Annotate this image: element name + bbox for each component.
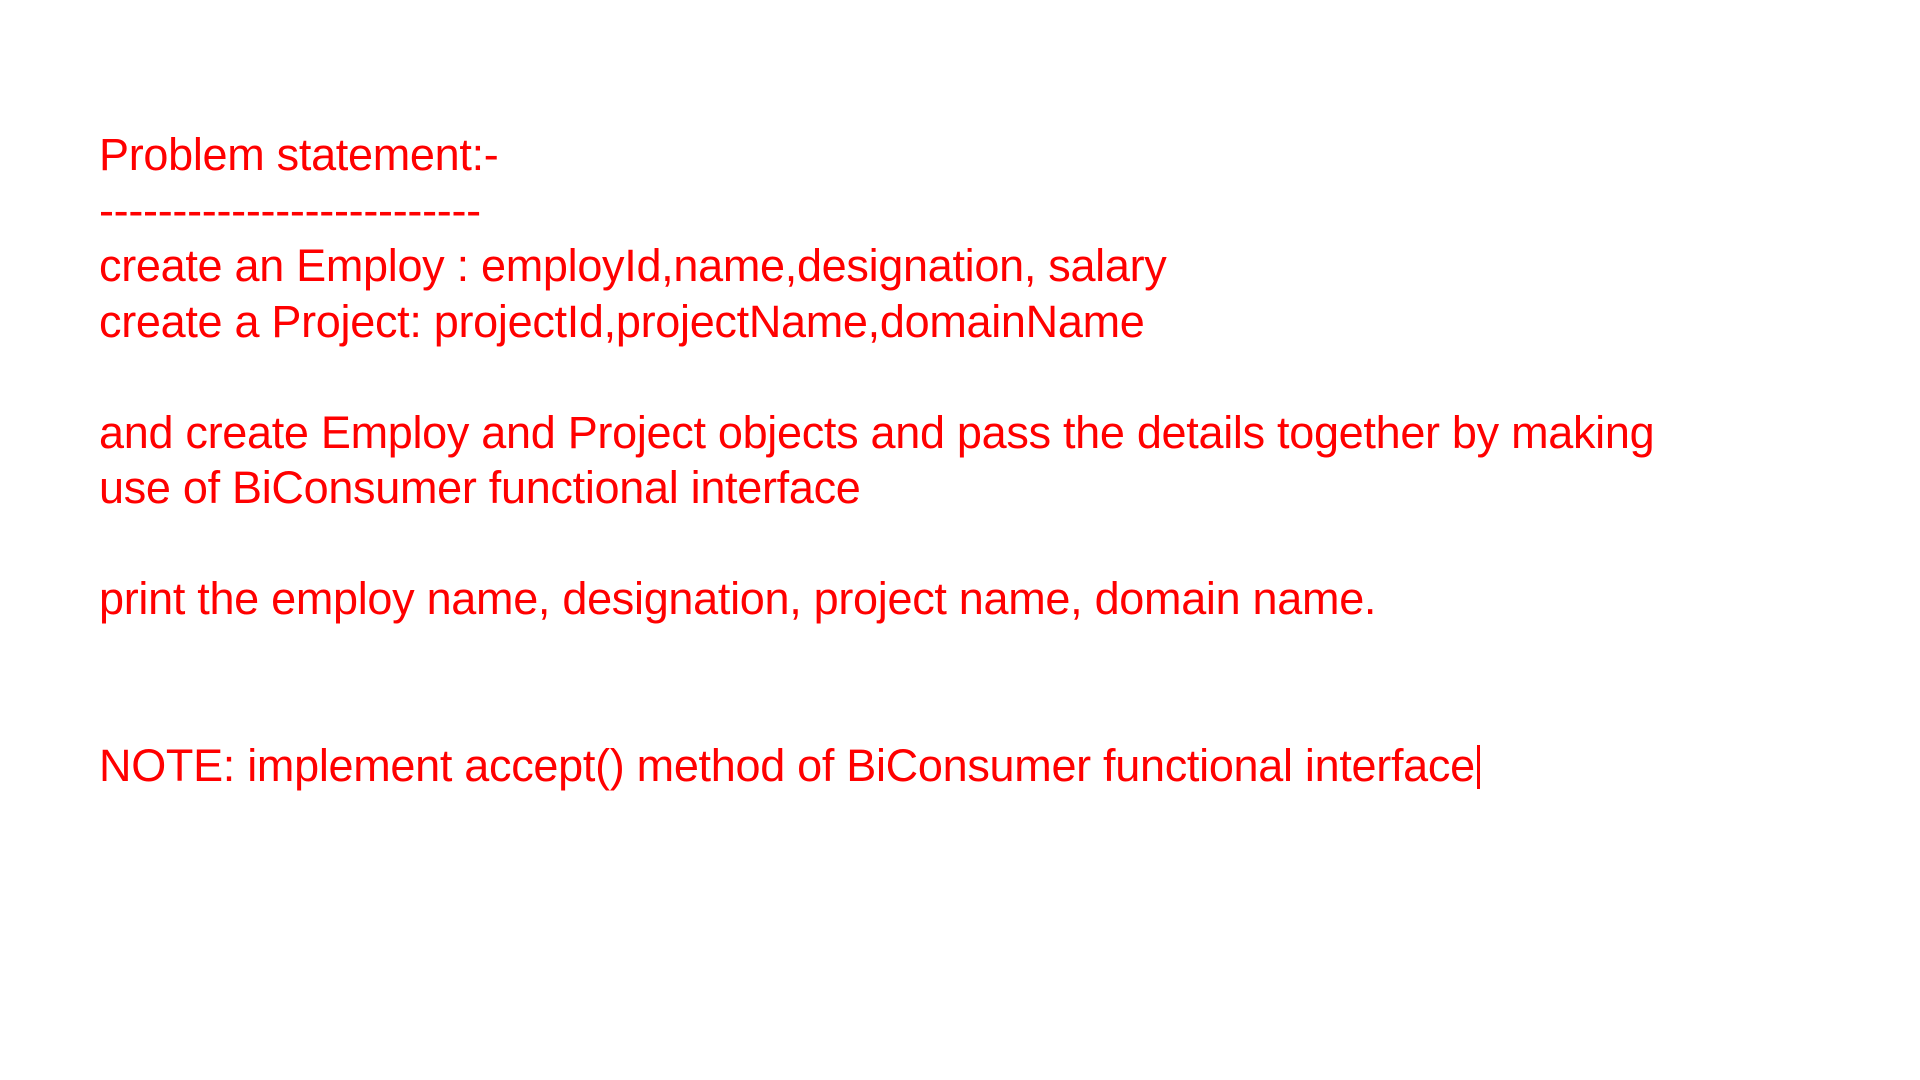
note-line: NOTE: implement accept() method of BiCon… — [99, 739, 1475, 791]
project-definition-line: create a Project: projectId,projectName,… — [99, 295, 1145, 347]
note-line-container: NOTE: implement accept() method of BiCon… — [99, 738, 1859, 794]
heading-underline: -------------------------- — [99, 184, 481, 236]
blank-lines — [99, 627, 1859, 738]
print-instruction-line: print the employ name, designation, proj… — [99, 573, 1377, 624]
text-cursor — [1476, 744, 1480, 789]
task-line-1: and create Employ and Project objects an… — [99, 406, 1655, 458]
heading: Problem statement:- — [99, 129, 499, 180]
task-line-2: use of BiConsumer functional interface — [99, 462, 861, 513]
employ-definition-line: create an Employ : employId,name,designa… — [99, 240, 1167, 291]
problem-statement-document[interactable]: Problem statement:- --------------------… — [99, 127, 1859, 793]
